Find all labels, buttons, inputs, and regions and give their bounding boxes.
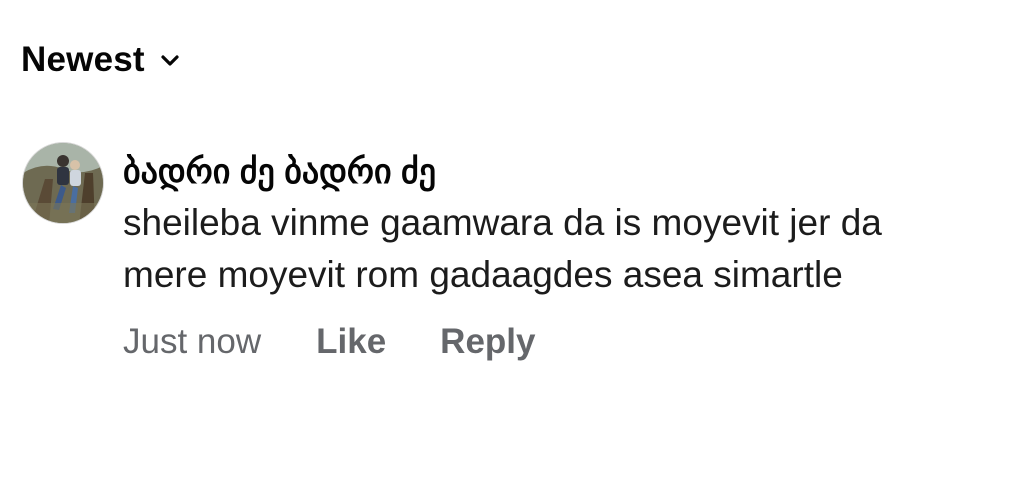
reply-button[interactable]: Reply: [440, 322, 535, 362]
comment-actions: Just now Like Reply: [123, 320, 983, 364]
comment-text: sheileba vinme gaamwara da is moyevit je…: [123, 202, 882, 295]
sort-dropdown[interactable]: Newest: [21, 38, 181, 82]
sort-label: Newest: [21, 40, 145, 79]
comment-body: ბადრი ძე ბადრი ძე sheileba vinme gaamwar…: [123, 152, 983, 364]
avatar[interactable]: [22, 142, 104, 224]
comment-author[interactable]: ბადრი ძე ბადრი ძე: [123, 152, 983, 192]
chevron-down-icon: [159, 50, 181, 72]
like-button[interactable]: Like: [316, 322, 386, 362]
comment-timestamp[interactable]: Just now: [123, 322, 261, 362]
